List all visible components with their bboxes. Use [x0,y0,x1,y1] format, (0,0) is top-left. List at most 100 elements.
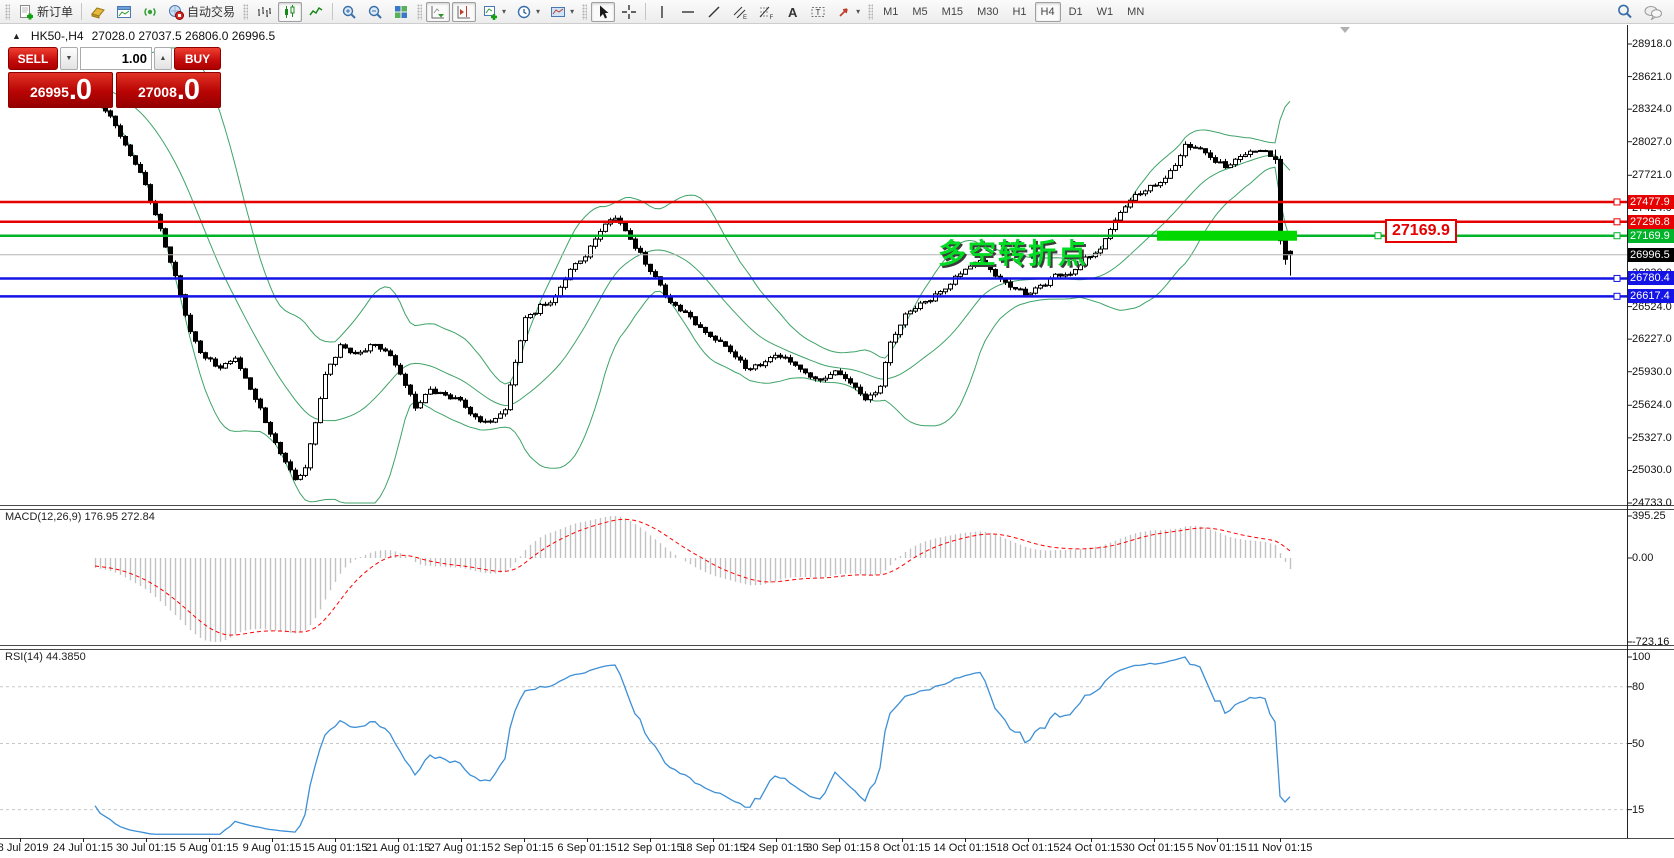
search-button[interactable] [1612,2,1637,22]
chat-button[interactable] [1639,2,1667,22]
text-label-button[interactable]: T [806,2,830,22]
price-axis-label: 28324.0 [1632,103,1672,115]
price-line-tag: 27296.8 [1628,215,1674,229]
arrows-icon [836,4,852,20]
volume-input[interactable] [80,47,152,70]
sell-price-int: 26995 [30,79,69,105]
tile-windows-icon [393,4,409,20]
book-button[interactable] [86,2,110,22]
macd-indicator-label: MACD(12,26,9) 176.95 272.84 [5,511,155,523]
channel-icon: E [732,4,748,20]
timeframe-m5[interactable]: M5 [906,2,933,22]
periods-dropdown[interactable]: ▾ [512,2,544,22]
svg-text:E: E [743,15,747,20]
price-axis-label: 25930.0 [1632,366,1672,378]
line-handle[interactable] [1614,233,1620,239]
time-axis-label: 18 Oct 01:15 [997,842,1060,854]
toolbar-grip[interactable] [5,4,10,20]
trendline-button[interactable] [702,2,726,22]
time-axis-label: 21 Aug 01:15 [366,842,431,854]
line-chart-button[interactable] [304,2,328,22]
toolbar-grip[interactable] [417,4,422,20]
text-label-icon: T [810,4,826,20]
price-chart-canvas[interactable] [0,25,1674,858]
candlestick-button[interactable] [278,2,302,22]
svg-text:A: A [788,5,798,20]
bar-chart-button[interactable] [252,2,276,22]
chart-window: ▲ HK50-,H4 27028.0 27037.5 26806.0 26996… [0,25,1674,858]
new-order-icon [18,4,34,20]
timeframe-h1[interactable]: H1 [1006,2,1032,22]
chart-shift-button[interactable] [452,2,476,22]
zoom-out-icon [367,4,383,20]
toolbar-grip[interactable] [582,4,587,20]
highlight-bar[interactable] [1157,231,1297,241]
candlestick-icon [282,4,298,20]
volume-increase-icon: ▲ [160,55,167,62]
price-axis-label: 25327.0 [1632,432,1672,444]
volume-decrease-button[interactable]: ▼ [60,47,78,70]
price-axis-label: 28918.0 [1632,38,1672,50]
timeframe-d1[interactable]: D1 [1063,2,1089,22]
collapse-panel-icon[interactable]: ▲ [12,31,21,41]
rsi-axis-label: 15 [1632,804,1644,816]
chart-window-button[interactable] [112,2,136,22]
crosshair-icon [621,4,637,20]
volume-increase-button[interactable]: ▲ [154,47,172,70]
toolbar-grip[interactable] [243,4,248,20]
price-axis-label: 28027.0 [1632,136,1672,148]
line-handle[interactable] [1614,275,1620,281]
channel-button[interactable]: E [728,2,752,22]
horizontal-line-button[interactable] [676,2,700,22]
timeframe-group: M1M5M15M30H1H4D1W1MN [876,2,1151,22]
text-button[interactable]: A [780,2,804,22]
vertical-line-button[interactable] [650,2,674,22]
crosshair-button[interactable] [617,2,641,22]
timeframe-mn[interactable]: MN [1121,2,1150,22]
tile-windows-button[interactable] [389,2,413,22]
price-callout-label[interactable]: 27169.9 [1385,219,1457,243]
zoom-out-button[interactable] [363,2,387,22]
timeframe-m30[interactable]: M30 [971,2,1004,22]
templates-dropdown[interactable]: ▾ [546,2,578,22]
toolbar-separator [81,3,82,20]
time-axis-label: 5 Aug 01:15 [180,842,239,854]
new-chart-dropdown[interactable]: ▾ [478,2,510,22]
autotrade-button[interactable]: 自动交易 [164,2,239,22]
macd-axis-label: 395.25 [1632,510,1666,522]
chart-window-icon [116,4,132,20]
arrows-dropdown[interactable]: ▾ [832,2,864,22]
main-toolbar: 新订单 自动交易 ▾ ▾ [0,0,1674,24]
community-icon [142,4,158,20]
cursor-button[interactable] [591,2,615,22]
timeframe-w1[interactable]: W1 [1091,2,1120,22]
line-handle[interactable] [1375,233,1381,239]
new-order-button[interactable]: 新订单 [14,2,77,22]
buy-button[interactable]: BUY [174,47,221,70]
line-chart-icon [308,4,324,20]
timeframe-h4[interactable]: H4 [1035,2,1061,22]
price-line-tag: 26617.4 [1628,289,1674,303]
trendline-icon [706,4,722,20]
toolbar-grip[interactable] [868,4,873,20]
macd-axis-label: 0.00 [1632,552,1653,564]
line-handle[interactable] [1614,219,1620,225]
sell-price-display[interactable]: 26995 .0 [8,72,113,108]
time-axis-label: 18 Jul 2019 [0,842,48,854]
buy-price-display[interactable]: 27008 .0 [116,72,221,108]
zoom-in-button[interactable] [337,2,361,22]
time-axis-label: 8 Oct 01:15 [874,842,931,854]
timeframe-m15[interactable]: M15 [936,2,969,22]
chart-shift-icon [456,4,472,20]
line-handle[interactable] [1614,293,1620,299]
fibonacci-button[interactable]: F [754,2,778,22]
community-button[interactable] [138,2,162,22]
chart-shift-marker[interactable] [1340,27,1350,33]
chart-annotation-text[interactable]: 多空转折点 [938,232,1088,272]
rsi-axis-label: 100 [1632,651,1650,663]
sell-button[interactable]: SELL [8,47,58,70]
auto-scroll-button[interactable] [426,2,450,22]
line-handle[interactable] [1614,199,1620,205]
timeframe-m1[interactable]: M1 [877,2,904,22]
time-axis-label: 15 Aug 01:15 [303,842,368,854]
